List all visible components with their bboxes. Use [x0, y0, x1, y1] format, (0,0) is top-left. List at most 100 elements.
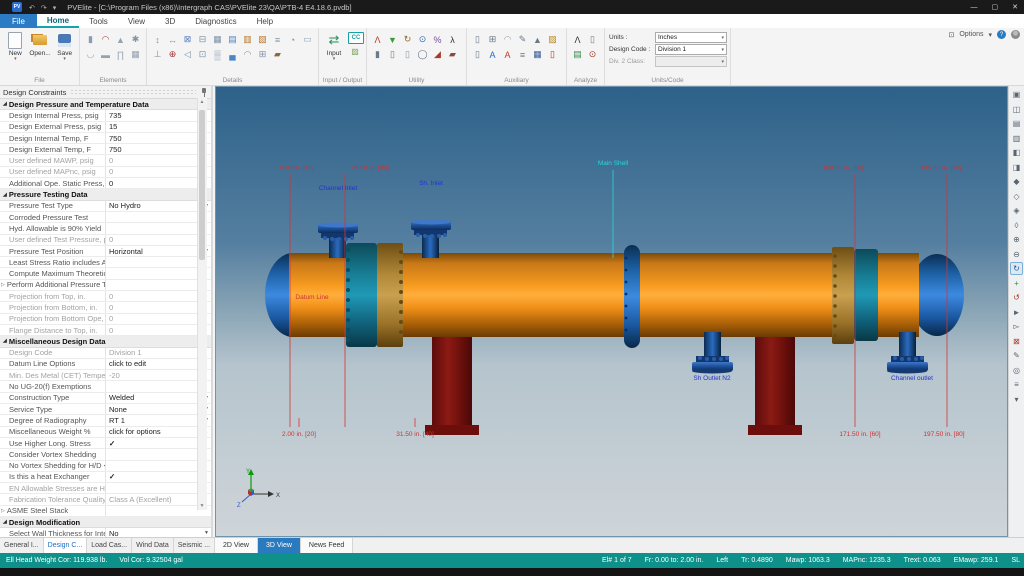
pdf-icon[interactable]: ▯ [545, 47, 560, 62]
open-button[interactable]: Open... [29, 31, 52, 61]
property-value[interactable]: 15 [105, 122, 211, 132]
force-moment-icon[interactable]: ⊡ [195, 47, 210, 62]
orbit-icon[interactable]: ↺ [1010, 291, 1023, 304]
pin-icon[interactable] [200, 88, 208, 97]
bom-list-icon[interactable]: ≡ [515, 47, 530, 62]
viewport-3d[interactable]: 0.00 in. [10] 29.50 in. [30] 169.50 in. … [215, 86, 1008, 537]
iso-view-3-icon[interactable]: ◈ [1010, 204, 1023, 217]
account-icon[interactable] [1011, 30, 1020, 39]
measure-icon[interactable]: ✎ [1010, 349, 1023, 362]
trunnion-icon[interactable]: ▰ [270, 47, 285, 62]
expand-icon[interactable]: ▷ [1, 282, 5, 288]
basering-details-icon[interactable]: ⊥ [150, 47, 165, 62]
column-icon[interactable]: ▯ [385, 47, 400, 62]
halfpipe-icon[interactable]: ◔ [285, 32, 300, 47]
iso-view-2-icon[interactable]: ◇ [1010, 190, 1023, 203]
hopper-icon[interactable]: ▼ [385, 32, 400, 47]
window-layout-icon[interactable]: ⊡ [948, 31, 954, 39]
help-icon[interactable]: ? [997, 30, 1006, 39]
view-tab-news-feed[interactable]: News Feed [301, 538, 353, 553]
folder-export-icon[interactable]: ▨ [545, 32, 560, 47]
conical-head-icon[interactable]: ▲ [113, 32, 128, 47]
body-flange-icon[interactable]: ✱ [128, 32, 143, 47]
property-value[interactable] [105, 223, 211, 233]
report-icon[interactable]: ▯ [585, 32, 600, 47]
property-value[interactable] [105, 280, 211, 290]
scroll-up-icon[interactable]: ▲ [198, 99, 206, 105]
property-value[interactable]: None▼ [105, 404, 211, 414]
section-header[interactable]: ◢Design Pressure and Temperature Data [0, 99, 211, 110]
zoom-out-icon[interactable]: ⊖ [1010, 248, 1023, 261]
view-back-icon[interactable]: ◫ [1010, 103, 1023, 116]
menu-tab-help[interactable]: Help [247, 14, 283, 28]
menu-tab-tools[interactable]: Tools [79, 14, 118, 28]
view-bottom-icon[interactable]: ▥ [1010, 132, 1023, 145]
view-tab-3d-view[interactable]: 3D View [258, 538, 301, 553]
skirt-support-icon[interactable]: ∏ [113, 47, 128, 62]
section-header[interactable]: ◢Design Modification [0, 517, 211, 528]
panel-tab-general-i-[interactable]: General I... [0, 538, 44, 553]
nozzle-icon[interactable]: ↕ [150, 32, 165, 47]
property-value[interactable] [105, 257, 211, 267]
property-value[interactable]: 750 [105, 133, 211, 143]
property-value[interactable] [105, 461, 211, 471]
app-icon[interactable]: PV [12, 2, 22, 12]
view-tab-2d-view[interactable]: 2D View [215, 538, 258, 553]
torispherical-head-icon[interactable]: ◡ [83, 47, 98, 62]
section-header[interactable]: ◢Pressure Testing Data [0, 189, 211, 200]
rotate-element-icon[interactable]: ↻ [400, 32, 415, 47]
minimize-button[interactable]: — [971, 4, 978, 11]
undo-icon[interactable]: ↶ [29, 5, 35, 12]
property-value[interactable] [105, 381, 211, 391]
column2-icon[interactable]: ▯ [470, 47, 485, 62]
save-button[interactable]: Save▾ [53, 31, 76, 61]
property-value[interactable] [105, 268, 211, 278]
elliptical-head-icon[interactable]: ◠ [98, 32, 113, 47]
iso-view-4-icon[interactable]: ◊ [1010, 219, 1023, 232]
property-value[interactable] [105, 449, 211, 459]
cylinder-element-icon[interactable]: ▮ [83, 32, 98, 47]
property-value[interactable]: RT 1▼ [105, 415, 211, 425]
derrick-icon[interactable]: Λ [370, 32, 385, 47]
property-value[interactable]: No Hydro▼ [105, 201, 211, 211]
select-icon[interactable]: ► [1010, 306, 1023, 319]
tank-icon[interactable]: ▮ [370, 47, 385, 62]
zoom-find-icon[interactable]: ⊙ [415, 32, 430, 47]
panel-icon[interactable]: ▯ [470, 32, 485, 47]
menu-tab-3d[interactable]: 3D [155, 14, 185, 28]
panel-scrollbar[interactable]: ▲ ▼ [197, 98, 207, 510]
property-value[interactable]: 735 [105, 110, 211, 120]
review-icon[interactable]: ⊙ [585, 47, 600, 62]
weight-icon[interactable]: ▦ [210, 32, 225, 47]
units-select[interactable]: Inches▾ [655, 32, 727, 43]
insulation-icon[interactable]: ≡ [270, 32, 285, 47]
transport-icon[interactable]: ▰ [445, 47, 460, 62]
flat-head-icon[interactable]: ▬ [98, 47, 113, 62]
expand-icon[interactable]: ▷ [1, 508, 5, 514]
menu-tab-view[interactable]: View [118, 14, 155, 28]
batch-icon[interactable]: ▤ [570, 47, 585, 62]
font-red-icon[interactable]: A [500, 47, 515, 62]
property-value[interactable]: ✓ [105, 438, 211, 448]
vessel-drawing-icon[interactable]: ▯ [400, 47, 415, 62]
error-check-icon[interactable]: Λ [570, 32, 585, 47]
menu-tab-diagnostics[interactable]: Diagnostics [185, 14, 246, 28]
input-button[interactable]: ⇄Input▾ [322, 31, 346, 61]
select-add-icon[interactable]: ▻ [1010, 320, 1023, 333]
font-blue-icon[interactable]: A [485, 47, 500, 62]
packing-icon[interactable]: ▥ [240, 32, 255, 47]
saddle-support-icon[interactable]: ◁ [180, 47, 195, 62]
scroll-down-icon[interactable]: ▼ [198, 503, 206, 509]
property-value[interactable] [105, 506, 211, 516]
qat-dropdown-icon[interactable]: ▾ [53, 5, 57, 12]
pick-icon[interactable]: ✎ [515, 32, 530, 47]
image-icon[interactable]: ▨ [348, 46, 362, 56]
panel-tab-design-c-[interactable]: Design C... [44, 538, 88, 553]
stiffening-ring-icon[interactable]: ↔ [165, 32, 180, 47]
stress-chart-icon[interactable]: % [430, 32, 445, 47]
panel-tab-load-cas-[interactable]: Load Cas... [87, 538, 132, 553]
property-value[interactable]: 0 [105, 178, 211, 188]
property-value[interactable] [105, 212, 211, 222]
options-button[interactable]: Options [959, 31, 983, 38]
window-icon[interactable]: ⊞ [485, 32, 500, 47]
